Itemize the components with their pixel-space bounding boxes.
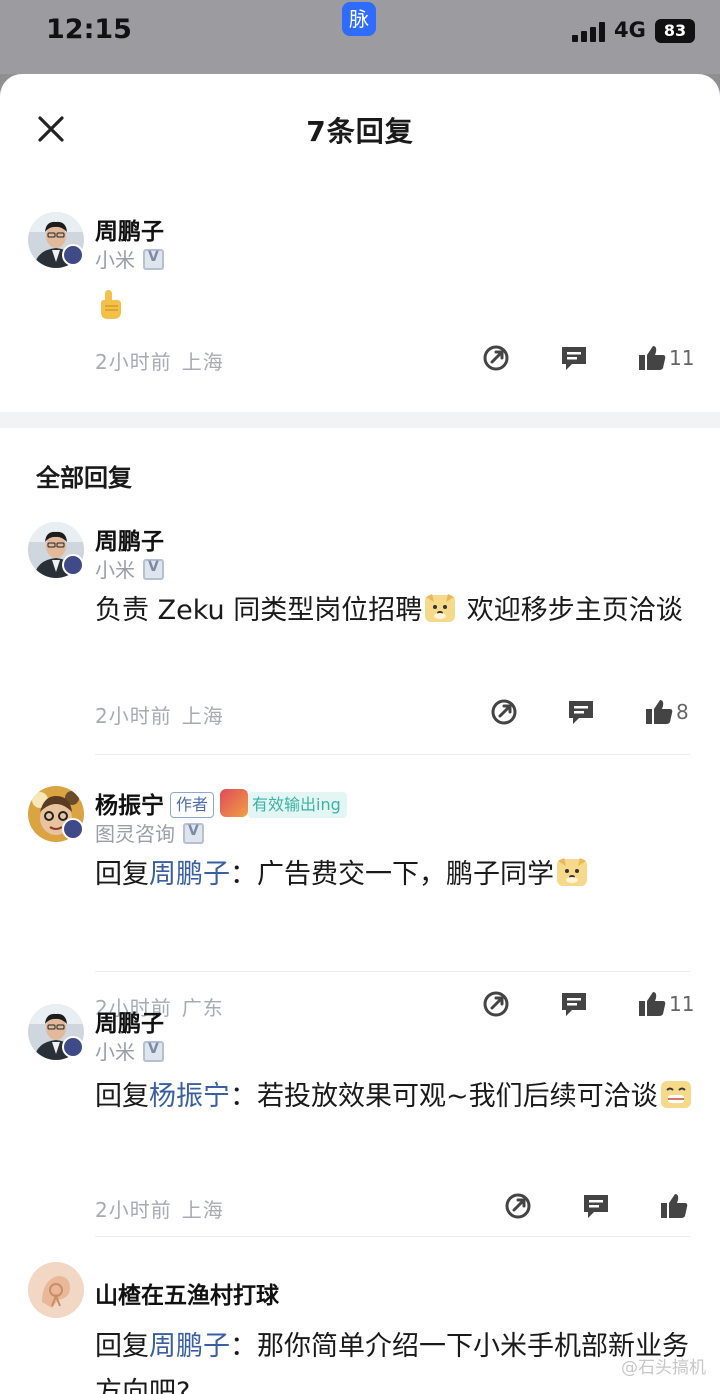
achievement-icon (220, 789, 249, 817)
author-name[interactable]: 周鹏子 (95, 212, 164, 246)
author-name[interactable]: 周鹏子 (95, 1004, 164, 1038)
comment-icon (562, 993, 586, 1016)
reply-button[interactable] (567, 698, 597, 728)
company-label: 小米 (95, 554, 164, 583)
reply-text-part: 负责 Zeku 同类型岗位招聘 (95, 595, 423, 626)
share-button[interactable] (504, 1192, 534, 1222)
replies-sheet: 7条回复 周鹏子 小米V 2小时前 上海 11 全部回复 周鹏子 小米V 负责 … (0, 74, 720, 1394)
like-count: 11 (669, 992, 695, 1016)
reply-button[interactable] (582, 1192, 612, 1222)
mention-link[interactable]: 周鹏子 (149, 859, 230, 890)
comment-location: 上海 (181, 350, 224, 374)
crown-badge-icon (62, 1036, 84, 1058)
share-button[interactable] (482, 990, 512, 1020)
comment-location: 广东 (181, 996, 224, 1020)
pointing-finger-emoji (95, 288, 125, 326)
reply-prefix: 回复 (95, 859, 149, 890)
author-name[interactable]: 周鹏子 (95, 522, 164, 556)
share-button[interactable] (490, 698, 520, 728)
thumbs-up-icon (646, 700, 673, 724)
reply-text: 回复周鹏子：广告费交一下，鹏子同学 (95, 852, 695, 898)
share-button[interactable] (482, 344, 512, 374)
crown-badge-icon (62, 554, 84, 576)
achievement-tag: 有效输出ing (248, 792, 347, 818)
author-name[interactable]: 山楂在五渔村打球 (95, 1276, 279, 1310)
reply-text: 回复杨振宁：若投放效果可观~我们后续可洽谈 (95, 1074, 695, 1120)
status-time: 12:15 (46, 14, 132, 45)
share-icon (483, 991, 509, 1017)
reply-button[interactable] (560, 990, 590, 1020)
company-name: 小米 (95, 1040, 135, 1064)
reply-prefix: 回复 (95, 1081, 149, 1112)
reply-text: 回复周鹏子：那你简单介绍一下小米手机部新业务方向吧? (95, 1324, 695, 1394)
thumbs-up-icon (639, 346, 666, 370)
like-count: 8 (676, 700, 689, 724)
share-icon (483, 345, 509, 371)
like-button[interactable] (638, 344, 668, 374)
like-button[interactable] (645, 698, 675, 728)
avatar[interactable] (28, 522, 84, 578)
mention-link[interactable]: 杨振宁 (149, 1081, 230, 1112)
verified-icon (183, 823, 204, 844)
maimai-app-badge: 脉 (342, 2, 376, 36)
dog-emoji (424, 592, 456, 622)
section-divider (0, 412, 720, 428)
network-type: 4G (614, 18, 646, 42)
reply-text-part: ：广告费交一下，鹏子同学 (230, 859, 554, 890)
avatar[interactable] (28, 1262, 84, 1318)
watermark: @石头搞机 (621, 1358, 706, 1378)
dog-emoji (556, 856, 588, 886)
avatar[interactable] (28, 1004, 84, 1060)
signal-icon (572, 22, 606, 42)
author-name-row: 杨振宁 作者 有效输出ing (95, 786, 347, 820)
company-label: 小米 (95, 1036, 164, 1065)
company-label: 图灵咨询 (95, 818, 204, 847)
thumbs-up-icon (639, 992, 666, 1016)
reply-button[interactable] (560, 344, 590, 374)
share-icon (505, 1193, 531, 1219)
comment-meta: 2小时前 上海 (95, 1194, 224, 1223)
section-title: 全部回复 (36, 464, 132, 492)
thumbs-up-icon (661, 1194, 688, 1218)
divider (95, 1236, 690, 1237)
comment-location: 上海 (181, 1198, 224, 1222)
like-button[interactable] (660, 1192, 690, 1222)
comment-icon (584, 1195, 608, 1218)
comment-time: 2小时前 (95, 704, 172, 728)
comment-time: 2小时前 (95, 350, 172, 374)
avatar[interactable] (28, 212, 84, 268)
grin-emoji (660, 1078, 692, 1108)
comment-time: 2小时前 (95, 1198, 172, 1222)
sheet-title: 7条回复 (306, 115, 414, 148)
comment-meta: 2小时前 上海 (95, 700, 224, 729)
comment-icon (562, 347, 586, 370)
reply-text-part: ：若投放效果可观~我们后续可洽谈 (230, 1081, 658, 1112)
crown-badge-icon (62, 818, 84, 840)
divider (95, 971, 690, 972)
mention-link[interactable]: 周鹏子 (149, 1331, 230, 1362)
author-tag: 作者 (170, 792, 215, 818)
company-label: 小米 (95, 244, 164, 273)
like-button[interactable] (638, 990, 668, 1020)
share-icon (491, 699, 517, 725)
author-name[interactable]: 杨振宁 (95, 793, 164, 819)
verified-icon (143, 559, 164, 580)
avatar[interactable] (28, 786, 84, 842)
comment-meta: 2小时前 上海 (95, 346, 224, 375)
company-name: 小米 (95, 558, 135, 582)
comment-icon (569, 701, 593, 724)
verified-icon (143, 1041, 164, 1062)
verified-icon (143, 249, 164, 270)
reply-prefix: 回复 (95, 1331, 149, 1362)
reply-text: 负责 Zeku 同类型岗位招聘 欢迎移步主页洽谈 (95, 588, 695, 634)
comment-location: 上海 (181, 704, 224, 728)
company-name: 小米 (95, 248, 135, 272)
crown-badge-icon (62, 244, 84, 266)
divider (95, 754, 690, 755)
company-name: 图灵咨询 (95, 822, 175, 846)
reply-text-part: 欢迎移步主页洽谈 (458, 595, 683, 626)
battery-icon: 83 (655, 19, 695, 43)
status-bar: 12:15 脉 4G 83 (0, 0, 720, 74)
like-count: 11 (669, 346, 695, 370)
